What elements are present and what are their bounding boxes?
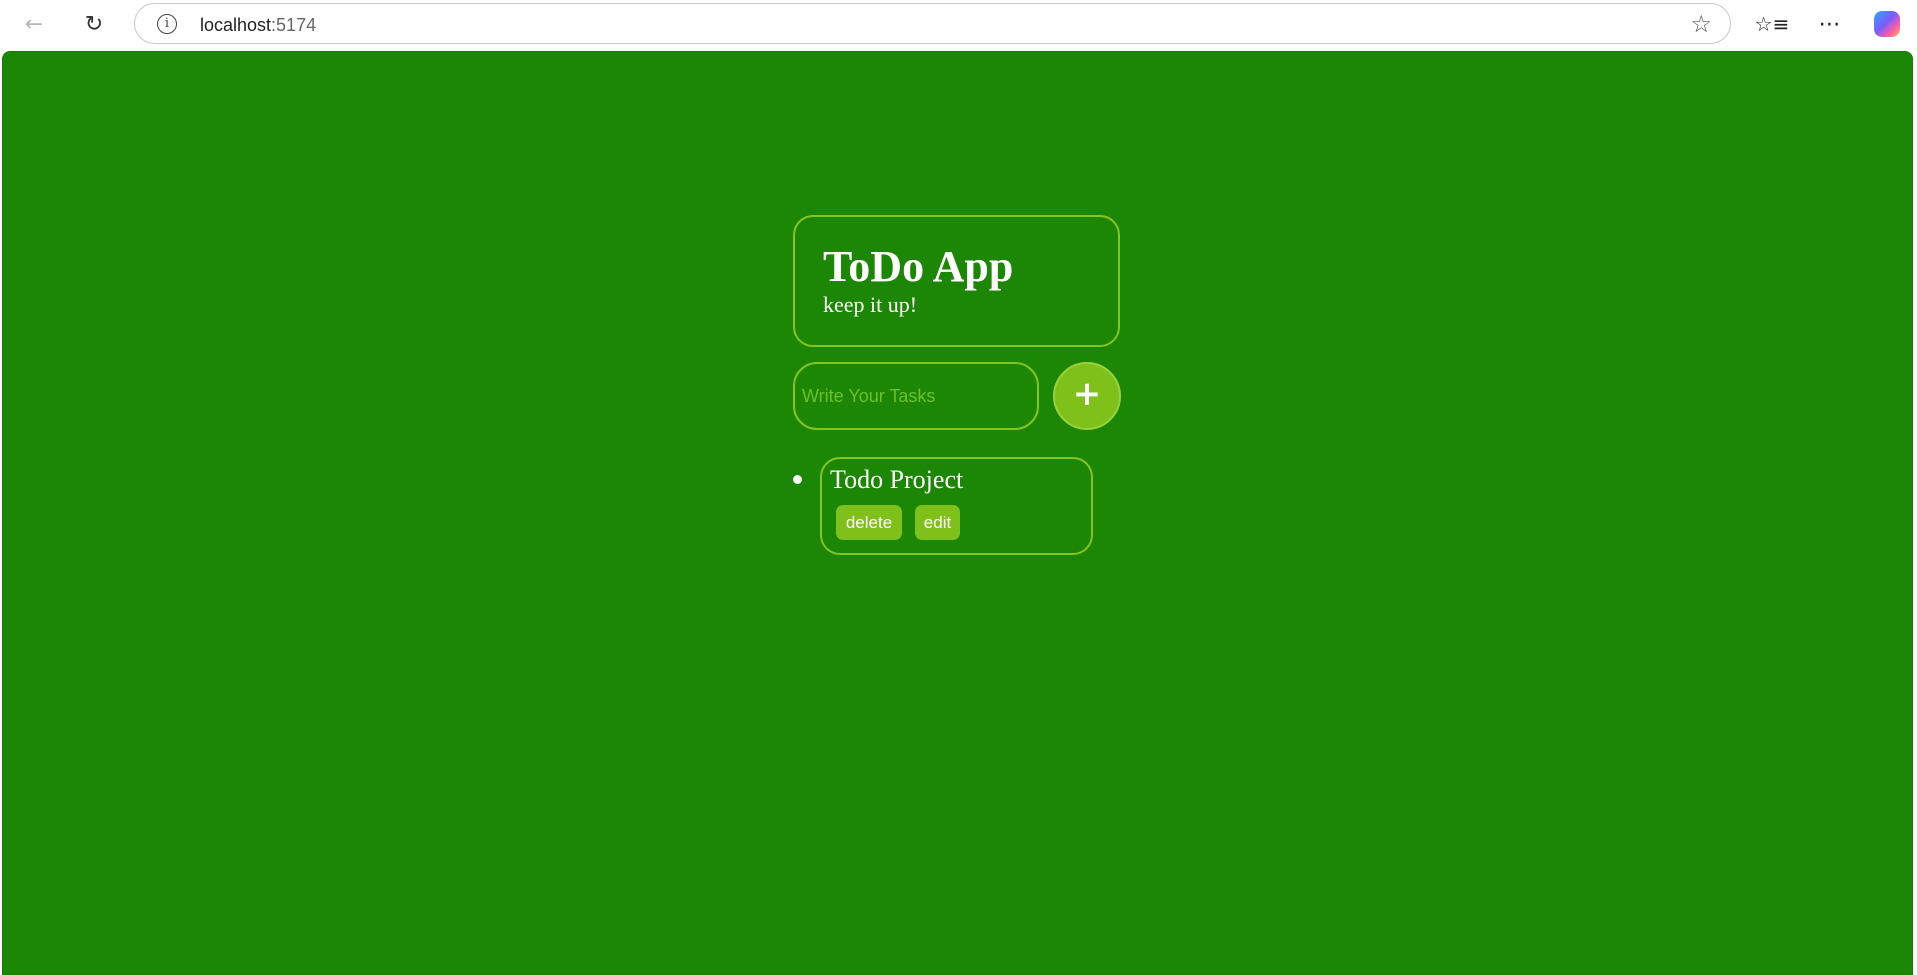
task-text: Todo Project [830,465,964,494]
browser-toolbar: ← ↻ i localhost:5174 ☆ ☆≡ ⋯ [0,0,1917,48]
star-icon[interactable]: ☆ [1690,10,1712,38]
copilot-icon[interactable] [1870,8,1904,40]
app-title: ToDo App [823,242,1014,291]
reload-icon[interactable]: ↻ [78,8,110,40]
edit-button[interactable]: edit [915,505,960,540]
url-text[interactable]: localhost:5174 [200,15,316,36]
delete-button[interactable]: delete [836,505,902,540]
app-subtitle: keep it up! [823,292,918,317]
address-bar[interactable]: i localhost:5174 ☆ [134,3,1731,44]
bullet [793,475,802,484]
app-header-card: ToDo App keep it up! [793,215,1120,347]
favorites-icon[interactable]: ☆≡ [1755,8,1790,40]
more-icon[interactable]: ⋯ [1813,8,1847,40]
info-icon[interactable]: i [157,14,177,34]
task-input[interactable] [793,362,1039,430]
back-arrow-icon[interactable]: ← [18,8,50,40]
add-task-button[interactable]: + [1053,362,1121,430]
url-port: :5174 [271,15,317,35]
task-card: Todo Project delete edit [820,457,1093,555]
url-host: localhost [200,15,272,35]
